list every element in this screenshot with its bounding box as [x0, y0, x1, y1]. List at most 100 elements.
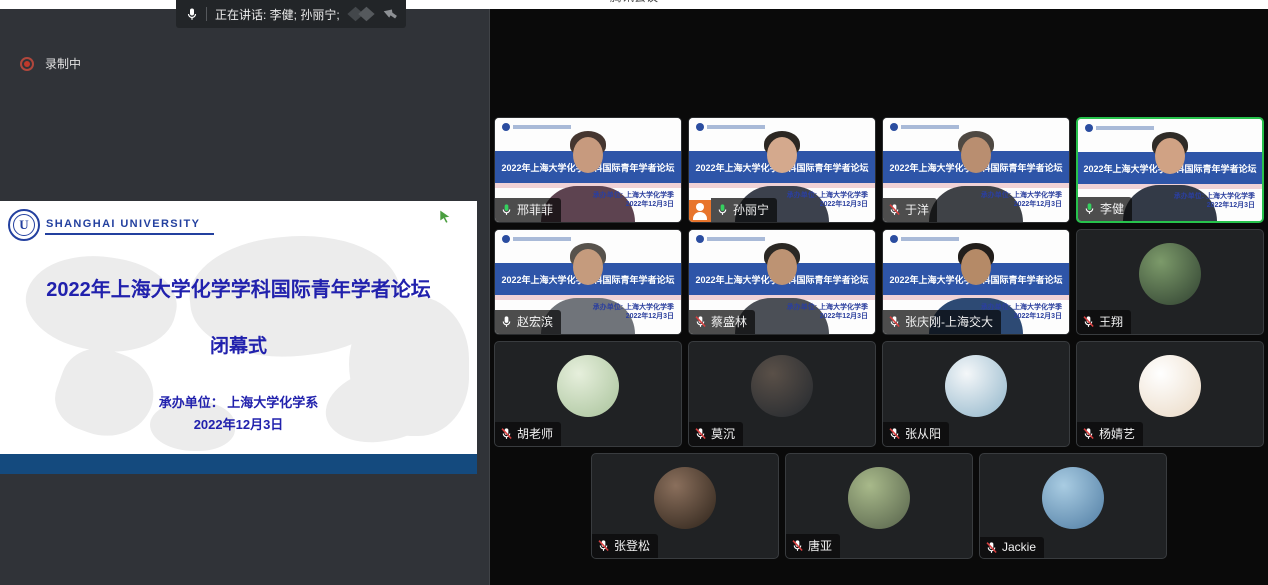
grid-row: 2022年上海大学化学学科国际青年学者论坛 承办单位: 上海大学化学季 2022… [490, 117, 1268, 223]
name-bar: 张从阳 [883, 422, 949, 446]
name-bar: 王翔 [1077, 310, 1131, 334]
name-bar: 于洋 [883, 198, 937, 222]
toolbar-divider [206, 7, 207, 21]
participant-tile[interactable]: 2022年上海大学化学学科国际青年学者论坛 承办单位: 上海大学化学季 2022… [591, 453, 779, 559]
microphone-icon [1082, 315, 1095, 328]
participant-tile[interactable]: 2022年上海大学化学学科国际青年学者论坛 承办单位: 上海大学化学季 2022… [494, 229, 682, 335]
raised-hand-badge [689, 200, 711, 222]
grid-row: 2022年上海大学化学学科国际青年学者论坛 承办单位: 上海大学化学季 2022… [490, 341, 1268, 447]
participant-name: 张从阳 [905, 425, 941, 442]
participant-name: Jackie [1002, 540, 1036, 554]
shared-screen-panel: 录制中 U SHANGHAI UNIVERSITY 2022年上海大学化学学科国… [0, 9, 489, 585]
name-bar: 张庆刚-上海交大 [883, 310, 1001, 334]
avatar [1139, 355, 1201, 417]
grid-row: 2022年上海大学化学学科国际青年学者论坛 承办单位: 上海大学化学季 2022… [490, 453, 1268, 559]
avatar [654, 467, 716, 529]
record-icon [20, 57, 34, 71]
vbg-date-line: 2022年12月3日 [787, 200, 868, 209]
microphone-icon [791, 539, 804, 552]
name-bar: 赵宏滨 [495, 310, 561, 334]
microphone-icon [888, 203, 901, 216]
microphone-icon [500, 203, 513, 216]
vbg-date-line: 2022年12月3日 [593, 200, 674, 209]
vbg-org-line: 承办单位: 上海大学化学季 [593, 303, 674, 312]
participant-tile[interactable]: 2022年上海大学化学学科国际青年学者论坛 承办单位: 上海大学化学季 2022… [494, 341, 682, 447]
slide-subtitle: 闭幕式 [0, 331, 477, 358]
avatar [751, 355, 813, 417]
participant-name: 胡老师 [517, 425, 553, 442]
name-bar: 邢菲菲 [495, 198, 561, 222]
participant-name: 邢菲菲 [517, 201, 553, 218]
vbg-org-line: 承办单位: 上海大学化学季 [787, 303, 868, 312]
participant-tile[interactable]: 2022年上海大学化学学科国际青年学者论坛 承办单位: 上海大学化学季 2022… [882, 341, 1070, 447]
slide-footer-bar [0, 454, 477, 474]
name-bar: Jackie [980, 537, 1044, 558]
microphone-icon [1082, 427, 1095, 440]
participant-name: 张登松 [614, 537, 650, 554]
participant-tile[interactable]: 2022年上海大学化学学科国际青年学者论坛 承办单位: 上海大学化学季 2022… [882, 117, 1070, 223]
participant-name: 唐亚 [808, 537, 832, 554]
participant-tile[interactable]: 2022年上海大学化学学科国际青年学者论坛 承办单位: 上海大学化学季 2022… [688, 229, 876, 335]
name-bar: 李健 [1078, 197, 1132, 221]
vbg-org-line: 承办单位: 上海大学化学季 [787, 191, 868, 200]
name-bar: 莫沉 [689, 422, 743, 446]
name-bar: 胡老师 [495, 422, 561, 446]
university-logo: U SHANGHAI UNIVERSITY [8, 209, 214, 241]
microphone-icon [985, 541, 998, 554]
shu-emblem-icon: U [8, 209, 40, 241]
participant-name: 莫沉 [711, 425, 735, 442]
microphone-icon [888, 427, 901, 440]
microphone-icon [185, 7, 199, 21]
name-bar: 蔡盛林 [689, 310, 755, 334]
microphone-icon [500, 427, 513, 440]
participant-name: 赵宏滨 [517, 313, 553, 330]
avatar [945, 355, 1007, 417]
university-name: SHANGHAI UNIVERSITY [45, 216, 214, 235]
microphone-icon [694, 315, 707, 328]
vbg-date-line: 2022年12月3日 [981, 200, 1062, 209]
participant-tile[interactable]: 2022年上海大学化学学科国际青年学者论坛 承办单位: 上海大学化学季 2022… [688, 341, 876, 447]
name-bar: 张登松 [592, 534, 658, 558]
vbg-date-line: 2022年12月3日 [787, 312, 868, 321]
slide-title: 2022年上海大学化学学科国际青年学者论坛 [0, 273, 477, 302]
video-grid-panel: 2022年上海大学化学学科国际青年学者论坛 承办单位: 上海大学化学季 2022… [489, 9, 1268, 585]
avatar [557, 355, 619, 417]
participant-name: 张庆刚-上海交大 [905, 313, 993, 330]
name-bar: 孙丽宁 [711, 198, 777, 222]
participant-tile[interactable]: 2022年上海大学化学学科国际青年学者论坛 承办单位: 上海大学化学季 2022… [785, 453, 973, 559]
recording-label: 录制中 [45, 55, 81, 72]
participant-tile[interactable]: 2022年上海大学化学学科国际青年学者论坛 承办单位: 上海大学化学季 2022… [494, 117, 682, 223]
recording-indicator: 录制中 [20, 55, 81, 72]
window-title: 腾讯会议 [610, 0, 658, 7]
slide-organizer: 承办单位： 上海大学化学系 [0, 392, 477, 411]
speaking-toolbar[interactable]: 正在讲话: 李健; 孙丽宁; 邢... [176, 0, 406, 28]
participant-tile[interactable]: 2022年上海大学化学学科国际青年学者论坛 承办单位: 上海大学化学季 2022… [882, 229, 1070, 335]
microphone-icon [888, 315, 901, 328]
avatar [848, 467, 910, 529]
participant-name: 孙丽宁 [733, 201, 769, 218]
avatar [1042, 467, 1104, 529]
avatar [1139, 243, 1201, 305]
participant-name: 蔡盛林 [711, 313, 747, 330]
name-bar: 唐亚 [786, 534, 840, 558]
microphone-icon [1083, 202, 1096, 215]
microphone-icon [716, 203, 729, 216]
microphone-icon [694, 427, 707, 440]
participant-name: 杨婧艺 [1099, 425, 1135, 442]
presentation-slide: U SHANGHAI UNIVERSITY 2022年上海大学化学学科国际青年学… [0, 201, 477, 454]
annotation-arrows-icon [342, 4, 400, 24]
slide-date: 2022年12月3日 [0, 414, 477, 433]
participant-tile[interactable]: 2022年上海大学化学学科国际青年学者论坛 承办单位: 上海大学化学季 2022… [1076, 341, 1264, 447]
grid-row: 2022年上海大学化学学科国际青年学者论坛 承办单位: 上海大学化学季 2022… [490, 229, 1268, 335]
participant-tile[interactable]: 2022年上海大学化学学科国际青年学者论坛 承办单位: 上海大学化学季 2022… [1076, 117, 1264, 223]
participant-name: 王翔 [1099, 313, 1123, 330]
microphone-icon [500, 315, 513, 328]
participant-grid: 2022年上海大学化学学科国际青年学者论坛 承办单位: 上海大学化学季 2022… [490, 117, 1268, 559]
mouse-cursor-icon [439, 209, 451, 224]
participant-tile[interactable]: 2022年上海大学化学学科国际青年学者论坛 承办单位: 上海大学化学季 2022… [1076, 229, 1264, 335]
vbg-org-line: 承办单位: 上海大学化学季 [593, 191, 674, 200]
speaking-now-label: 正在讲话: 李健; 孙丽宁; 邢... [215, 6, 342, 23]
participant-tile[interactable]: 2022年上海大学化学学科国际青年学者论坛 承办单位: 上海大学化学季 2022… [979, 453, 1167, 559]
participant-tile[interactable]: 2022年上海大学化学学科国际青年学者论坛 承办单位: 上海大学化学季 2022… [688, 117, 876, 223]
microphone-icon [597, 539, 610, 552]
